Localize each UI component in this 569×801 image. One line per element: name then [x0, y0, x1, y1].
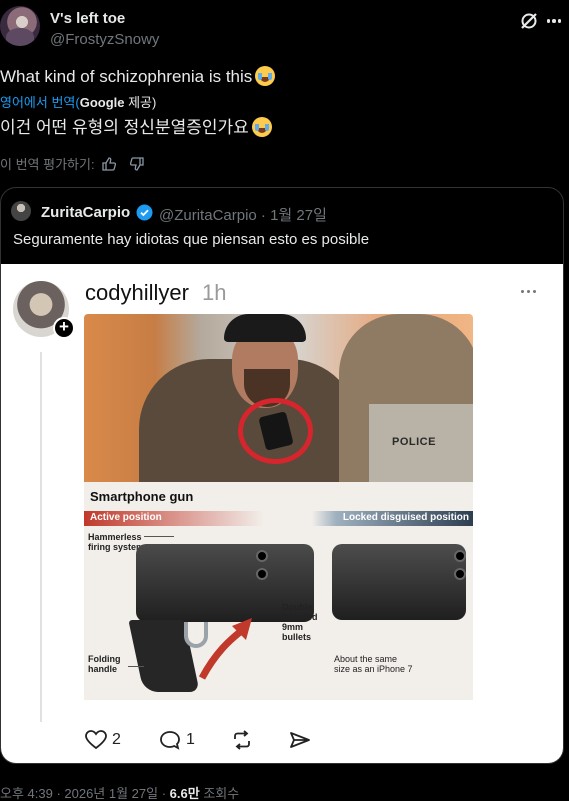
follow-plus-icon: +: [53, 317, 75, 339]
translation-notice[interactable]: 영어에서 번역(Google 제공): [0, 92, 156, 111]
thumbs-down-icon[interactable]: [129, 156, 145, 172]
quoted-tweet[interactable]: ZuritaCarpio @ZuritaCarpio · 1월 27일 Segu…: [0, 187, 564, 764]
double-barreled-label: Double barreled 9mm bullets: [282, 602, 318, 642]
tweet-meta: 오후 4:39 · 2026년 1월 27일 · 6.6만 조회수: [0, 786, 240, 801]
leader-line: [128, 666, 144, 667]
police-text: POLICE: [392, 436, 436, 448]
share-icon: [290, 732, 310, 748]
embed-time: 1h: [202, 280, 227, 305]
news-photo: POLICE: [84, 314, 473, 482]
active-position-bar: Active position: [84, 511, 264, 526]
embed-reply: 1: [159, 730, 195, 750]
grok-icon[interactable]: [519, 11, 539, 31]
crying-emoji-icon: [255, 66, 276, 86]
comment-icon: [160, 731, 180, 750]
embed-like: 2: [85, 730, 121, 750]
author-avatar[interactable]: [0, 6, 40, 46]
embed-more-icon: [521, 290, 536, 293]
barrel-bottom: [454, 568, 466, 580]
info-title: Smartphone gun: [90, 489, 194, 504]
quote-author-handle: @ZuritaCarpio · 1월 27일: [159, 207, 327, 224]
man-cap: [224, 314, 306, 342]
quote-avatar: [11, 201, 31, 221]
more-options-icon[interactable]: [544, 11, 564, 31]
embed-username: codyhillyer: [85, 280, 189, 305]
same-size-label: About the same size as an iPhone 7: [334, 654, 413, 674]
heart-icon: [85, 730, 107, 750]
thumbs-up-icon[interactable]: [101, 156, 117, 172]
gun-closed-body: [332, 544, 466, 620]
arrow-icon: [196, 612, 256, 682]
quote-author-name: ZuritaCarpio: [41, 204, 131, 221]
repost-icon: [234, 730, 250, 750]
infographic: Smartphone gun Active position Locked di…: [84, 482, 473, 700]
author-handle[interactable]: @FrostyzSnowy: [50, 31, 159, 48]
embed-actions: 2 1: [85, 730, 325, 754]
rate-translation: 이 번역 평가하기:: [0, 154, 145, 173]
barrel-bottom: [256, 568, 268, 580]
leader-line: [144, 536, 174, 537]
author-name[interactable]: V's left toe: [50, 10, 125, 27]
highlight-circle: [238, 398, 313, 464]
verified-badge-icon: [136, 204, 153, 221]
quote-text: Seguramente hay idiotas que piensan esto…: [13, 231, 370, 248]
quote-image[interactable]: + codyhillyer 1h POLICE Smartphone gun A…: [1, 264, 563, 763]
thread-line: [40, 352, 42, 722]
locked-position-bar: Locked disguised position: [312, 511, 473, 526]
barrel-top: [454, 550, 466, 562]
barrel-top: [256, 550, 268, 562]
tweet-text: What kind of schizophrenia is this: [0, 66, 276, 87]
embed-share: [289, 730, 311, 750]
embed-repost: [231, 730, 253, 750]
crying-emoji-icon: [251, 117, 272, 137]
folding-handle-label: Folding handle: [88, 654, 121, 674]
tweet-translation: 이건 어떤 유형의 정신분열증인가요: [0, 117, 272, 138]
